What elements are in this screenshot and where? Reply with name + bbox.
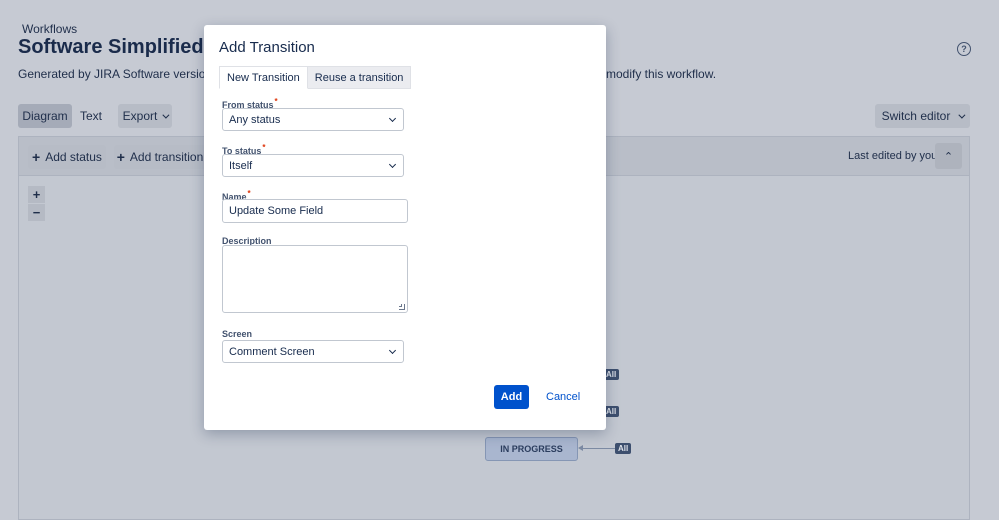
export-label: Export	[122, 109, 158, 123]
text-view-button[interactable]: Text	[74, 104, 108, 128]
add-transition-label: Add transition	[129, 150, 204, 164]
add-transition-dialog: Add Transition New Transition Reuse a tr…	[204, 25, 606, 430]
chevron-down-icon	[388, 114, 397, 123]
transition-arrow	[582, 448, 615, 449]
tab-new-transition[interactable]: New Transition	[219, 66, 308, 89]
chevron-down-icon	[958, 111, 966, 119]
required-marker: *	[247, 189, 251, 198]
switch-editor-label: Switch editor	[881, 109, 951, 123]
export-button[interactable]: Export	[118, 104, 172, 128]
description-textarea[interactable]	[222, 245, 408, 313]
cancel-link[interactable]: Cancel	[546, 391, 580, 403]
diagram-view-button[interactable]: Diagram	[18, 104, 72, 128]
to-status-select[interactable]: Itself	[222, 154, 404, 177]
chevron-down-icon	[162, 111, 170, 119]
dialog-tabs: New Transition Reuse a transition	[219, 66, 412, 89]
all-transition-tag[interactable]: All	[615, 443, 632, 454]
screen-select[interactable]: Comment Screen	[222, 340, 404, 363]
name-input[interactable]	[222, 199, 408, 223]
required-marker: *	[274, 97, 278, 106]
switch-editor-button[interactable]: Switch editor	[875, 104, 970, 128]
add-button[interactable]: Add	[494, 385, 529, 409]
breadcrumb[interactable]: Workflows	[22, 22, 77, 36]
add-status-label: Add status	[45, 150, 102, 164]
zoom-in-button[interactable]: +	[28, 186, 45, 203]
screen-label: Screen	[222, 329, 253, 339]
plus-icon: +	[116, 149, 125, 165]
resize-grip-icon[interactable]	[399, 304, 405, 310]
to-status-value: Itself	[229, 159, 253, 172]
chevron-down-icon	[388, 160, 397, 169]
add-status-button[interactable]: + Add status	[28, 145, 106, 169]
screen-value: Comment Screen	[229, 345, 315, 358]
page-description-tail: modify this workflow.	[606, 67, 717, 81]
plus-icon: +	[32, 149, 41, 165]
required-marker: *	[262, 143, 266, 152]
zoom-out-button[interactable]: −	[28, 204, 45, 221]
last-edited-text: Last edited by you,	[848, 150, 941, 162]
dialog-title: Add Transition	[219, 39, 315, 56]
chevrons-up-icon[interactable]: ⌃	[935, 143, 962, 169]
question-circle-icon[interactable]: ?	[957, 42, 971, 56]
status-node-in-progress[interactable]: IN PROGRESS	[485, 437, 578, 461]
chevron-down-icon	[388, 346, 397, 355]
from-status-value: Any status	[229, 113, 281, 126]
arrow-head-icon	[578, 445, 583, 451]
from-status-select[interactable]: Any status	[222, 108, 404, 131]
tab-reuse-transition[interactable]: Reuse a transition	[307, 66, 412, 89]
add-transition-button[interactable]: + Add transition	[114, 145, 206, 169]
